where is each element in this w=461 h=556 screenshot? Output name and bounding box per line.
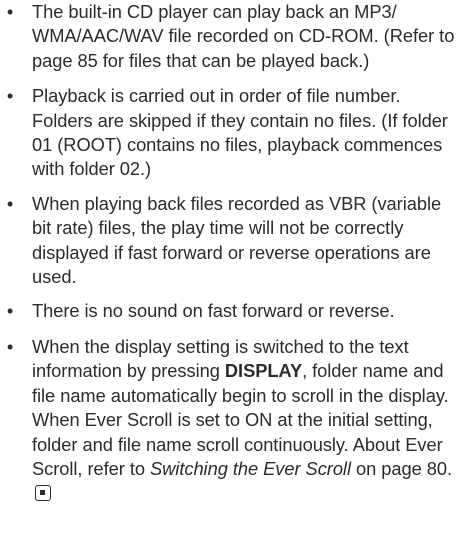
list-item-text: There is no sound on fast forward or rev… [32, 300, 395, 322]
list-item-text-part3: on page 80. [350, 457, 453, 479]
bullet-icon: • [6, 300, 14, 322]
display-button-name: DISPLAY [224, 360, 303, 382]
list-item: • When the display setting is switched to… [0, 335, 461, 506]
manual-page: • The built-in CD player can play back a… [0, 0, 461, 556]
list-item-text: The built-in CD player can play back an … [32, 1, 455, 71]
list-item: • Playback is carried out in order of fi… [0, 84, 461, 182]
list-item: • When playing back files recorded as VB… [0, 192, 461, 290]
bullet-icon: • [6, 192, 14, 214]
section-reference: Switching the Ever Scroll [150, 457, 351, 479]
bullet-icon: • [6, 1, 14, 22]
end-of-section-square-icon [35, 485, 51, 502]
list-item: • The built-in CD player can play back a… [0, 0, 461, 73]
bullet-list: • The built-in CD player can play back a… [0, 0, 461, 506]
list-item-text: Playback is carried out in order of file… [32, 85, 448, 180]
bullet-icon: • [6, 85, 14, 107]
bullet-icon: • [6, 335, 14, 357]
list-item-text: When playing back files recorded as VBR … [32, 192, 442, 288]
list-item: • There is no sound on fast forward or r… [0, 299, 461, 323]
